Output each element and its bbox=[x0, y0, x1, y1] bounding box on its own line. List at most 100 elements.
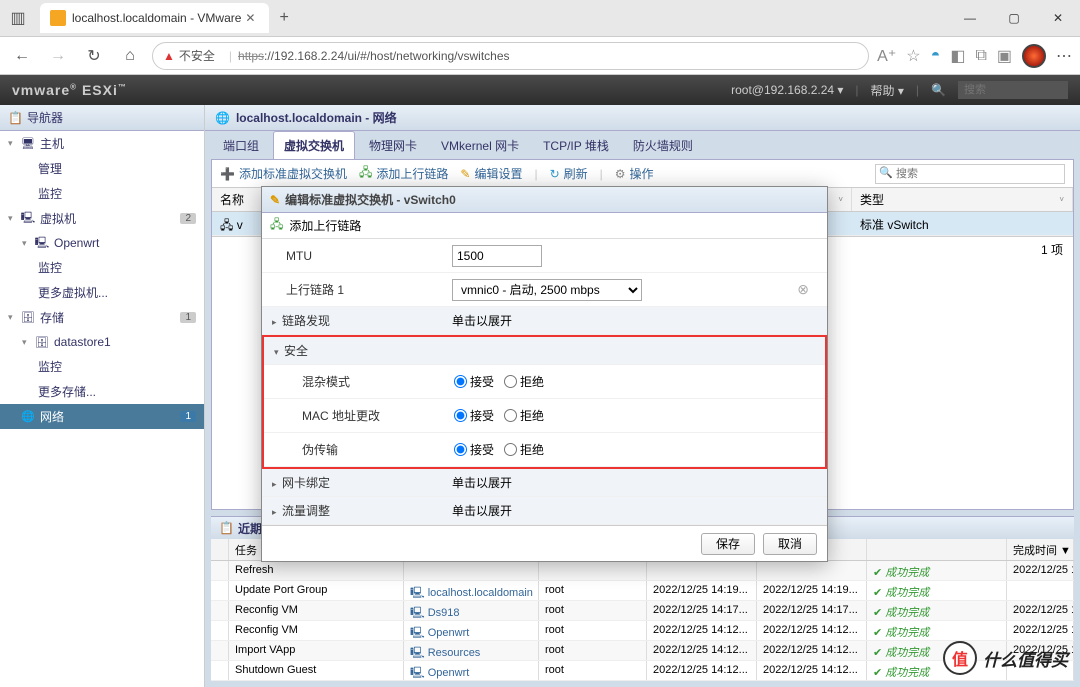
toolbar: ➕添加标准虚拟交换机 🖧添加上行链路 ✎编辑设置 | ↻刷新 | ⚙操作 bbox=[212, 160, 1073, 188]
modal-toolbar: 🖧 添加上行链路 bbox=[262, 213, 827, 239]
close-window-button[interactable]: ✕ bbox=[1036, 3, 1080, 33]
link-discovery-section[interactable]: ▸链路发现 单击以展开 bbox=[262, 307, 827, 335]
close-tab-icon[interactable]: ✕ bbox=[241, 11, 259, 25]
tab-vmkernel-nics[interactable]: VMkernel 网卡 bbox=[431, 132, 529, 159]
reading-icon[interactable]: A⁺ bbox=[877, 46, 896, 66]
tab-portgroups[interactable]: 端口组 bbox=[213, 132, 269, 159]
add-icon: ➕ bbox=[220, 167, 235, 181]
refresh-button[interactable]: ↻刷新 bbox=[550, 165, 588, 182]
header-search-input[interactable] bbox=[958, 81, 1068, 99]
breadcrumb: 🌐localhost.localdomain - 网络 bbox=[205, 105, 1080, 131]
tab-tcpip[interactable]: TCP/IP 堆栈 bbox=[533, 132, 619, 159]
help-menu[interactable]: 帮助 ▾ bbox=[871, 82, 904, 99]
promiscuous-reject[interactable]: 拒绝 bbox=[504, 373, 544, 390]
vm-icon: 🖳 bbox=[20, 211, 36, 227]
nav-network[interactable]: ▾🌐网络1 bbox=[0, 404, 204, 429]
network-icon: 🌐 bbox=[215, 111, 230, 125]
traffic-shaping-section[interactable]: ▸流量调整 单击以展开 bbox=[262, 497, 827, 525]
edit-settings-button[interactable]: ✎编辑设置 bbox=[460, 165, 522, 182]
nav-vms[interactable]: ▾🖳虚拟机2 bbox=[0, 206, 204, 231]
tab-title: localhost.localdomain - VMware bbox=[72, 11, 241, 25]
modal-title: ✎编辑标准虚拟交换机 - vSwitch0 bbox=[262, 187, 827, 213]
nav-datastore1[interactable]: ▾🗄datastore1 bbox=[0, 330, 204, 354]
new-tab-button[interactable]: + bbox=[269, 9, 298, 27]
maximize-button[interactable]: ▢ bbox=[992, 3, 1036, 33]
forward-button[interactable]: → bbox=[44, 42, 72, 70]
save-button[interactable]: 保存 bbox=[701, 533, 755, 555]
watermark-text: 什么值得买 bbox=[983, 646, 1068, 671]
minimize-button[interactable]: ― bbox=[948, 3, 992, 33]
back-button[interactable]: ← bbox=[8, 42, 36, 70]
nav-more-storage[interactable]: 更多存储... bbox=[0, 379, 204, 404]
favorite-icon[interactable]: ☆ bbox=[906, 46, 920, 66]
add-uplink-button[interactable]: 添加上行链路 bbox=[289, 217, 361, 234]
uplink1-label: 上行链路 1 bbox=[262, 281, 452, 298]
actions-button[interactable]: ⚙操作 bbox=[615, 165, 654, 182]
home-button[interactable]: ⌂ bbox=[116, 42, 144, 70]
uplink1-select[interactable]: vmnic0 - 启动, 2500 mbps bbox=[452, 279, 642, 301]
cancel-button[interactable]: 取消 bbox=[763, 533, 817, 555]
add-uplink-button[interactable]: 🖧添加上行链路 bbox=[359, 163, 448, 184]
security-section[interactable]: ▾安全 bbox=[264, 337, 825, 365]
col-type[interactable]: 类型˅ bbox=[852, 188, 1073, 211]
mtu-row: MTU bbox=[262, 239, 827, 273]
insecure-label: 不安全 bbox=[179, 47, 215, 64]
nav-host[interactable]: ▾🖥主机 bbox=[0, 131, 204, 156]
forged-accept[interactable]: 接受 bbox=[454, 441, 494, 458]
warning-icon: ▲ bbox=[163, 49, 175, 63]
tabs-menu-icon[interactable]: ▥ bbox=[0, 0, 36, 36]
uplink-icon: 🖧 bbox=[270, 215, 283, 236]
promiscuous-accept[interactable]: 接受 bbox=[454, 373, 494, 390]
mac-reject[interactable]: 拒绝 bbox=[504, 407, 544, 424]
datastore-icon: 🗄 bbox=[34, 334, 50, 350]
uplink-icon: 🖧 bbox=[359, 163, 372, 184]
nav-openwrt-monitor[interactable]: 监控 bbox=[0, 255, 204, 280]
task-row[interactable]: Reconfig VM🖳 Ds918root2022/12/25 14:17..… bbox=[211, 601, 1074, 621]
refresh-button[interactable]: ↻ bbox=[80, 42, 108, 70]
browser-tab[interactable]: localhost.localdomain - VMware ✕ bbox=[40, 3, 269, 33]
nic-teaming-section[interactable]: ▸网卡绑定 单击以展开 bbox=[262, 469, 827, 497]
user-menu[interactable]: root@192.168.2.24 ▾ bbox=[731, 83, 843, 97]
ext2-icon[interactable]: ◧ bbox=[950, 46, 965, 66]
host-icon: 🖥 bbox=[20, 136, 36, 152]
mtu-input[interactable] bbox=[452, 245, 542, 267]
network-icon: 🌐 bbox=[20, 409, 36, 425]
mtu-label: MTU bbox=[262, 249, 452, 263]
nav-storage[interactable]: ▾🗄存储1 bbox=[0, 305, 204, 330]
uplink1-row: 上行链路 1 vmnic0 - 启动, 2500 mbps ⊗ bbox=[262, 273, 827, 307]
storage-icon: 🗄 bbox=[20, 310, 36, 326]
modal-footer: 保存 取消 bbox=[262, 525, 827, 561]
task-row[interactable]: Update Port Group🖳 localhost.localdomain… bbox=[211, 581, 1074, 601]
nav-more-vm[interactable]: 更多虚拟机... bbox=[0, 280, 204, 305]
profile-avatar[interactable] bbox=[1022, 44, 1046, 68]
nav-datastore-monitor[interactable]: 监控 bbox=[0, 354, 204, 379]
vmware-header: vmware® ESXi™ root@192.168.2.24 ▾ | 帮助 ▾… bbox=[0, 75, 1080, 105]
vmware-logo: vmware® ESXi™ bbox=[12, 82, 127, 98]
url-bar[interactable]: ▲ 不安全 | https://192.168.2.24/ui/#/host/n… bbox=[152, 42, 869, 70]
ext3-icon[interactable]: ▣ bbox=[997, 46, 1012, 66]
add-vswitch-button[interactable]: ➕添加标准虚拟交换机 bbox=[220, 165, 347, 182]
watermark: 值 什么值得买 bbox=[943, 641, 1068, 675]
mac-accept[interactable]: 接受 bbox=[454, 407, 494, 424]
tab-firewall[interactable]: 防火墙规则 bbox=[623, 132, 703, 159]
clear-uplink-icon[interactable]: ⊗ bbox=[797, 281, 809, 298]
security-highlight: ▾安全 混杂模式 接受 拒绝 MAC 地址更改 接受 拒绝 伪传输 bbox=[262, 335, 827, 469]
nav-openwrt[interactable]: ▾🖳Openwrt bbox=[0, 231, 204, 255]
collections-icon[interactable]: ⧉ bbox=[975, 47, 986, 65]
gear-icon: ⚙ bbox=[615, 167, 626, 181]
task-row[interactable]: Reconfig VM🖳 Openwrtroot2022/12/25 14:12… bbox=[211, 621, 1074, 641]
tab-favicon bbox=[50, 10, 66, 26]
vm-item-icon: 🖳 bbox=[34, 235, 50, 251]
ext1-icon[interactable]: ◓ bbox=[931, 47, 941, 65]
nav-manage[interactable]: 管理 bbox=[0, 156, 204, 181]
nav-monitor[interactable]: 监控 bbox=[0, 181, 204, 206]
forged-reject[interactable]: 拒绝 bbox=[504, 441, 544, 458]
navigator-header: 📋 导航器 bbox=[0, 105, 204, 131]
edit-icon: ✎ bbox=[270, 193, 280, 207]
tab-vswitches[interactable]: 虚拟交换机 bbox=[273, 131, 355, 159]
task-row[interactable]: Refresh✔ 成功完成2022/12/25 14:19... bbox=[211, 561, 1074, 581]
table-search-input[interactable] bbox=[875, 164, 1065, 184]
forged-row: 伪传输 接受 拒绝 bbox=[264, 433, 825, 467]
menu-icon[interactable]: ⋯ bbox=[1056, 46, 1072, 66]
tab-physical-nics[interactable]: 物理网卡 bbox=[359, 132, 427, 159]
